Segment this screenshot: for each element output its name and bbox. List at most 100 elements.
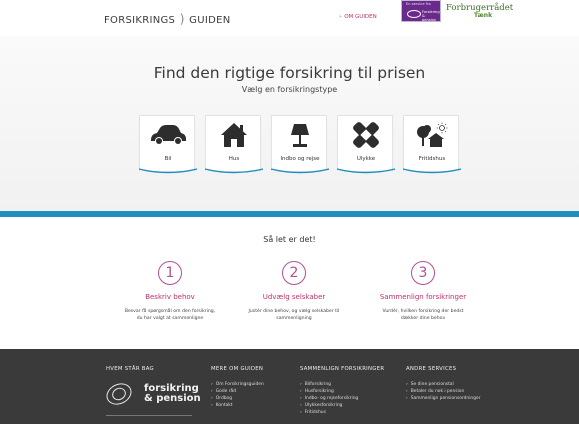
step-title: Udvælg selskaber [262, 293, 326, 301]
chevron-right-icon: › [211, 389, 213, 394]
tile-wave [139, 168, 197, 174]
footer-heading: ANDRE SERVICES [406, 366, 457, 372]
tile-hus[interactable]: Hus [205, 115, 263, 174]
chevron-right-icon: › [300, 389, 302, 394]
tile-label: Bil [164, 156, 172, 162]
footer-col-sammenlign: SAMMENLIGN FORSIKRINGER › Bilforsikring ›… [300, 366, 384, 416]
footer-link[interactable]: › Bilforsikring [300, 381, 384, 388]
footer-link-label: Ordbog [215, 396, 232, 401]
badge-text: Forsikring & pension [422, 10, 440, 22]
chevron-right-icon: › [300, 396, 302, 401]
step-text-line1: Besvar få spørgsmål om den forsikring, [124, 309, 216, 314]
chevron-right-icon: › [300, 410, 302, 415]
tile-label: Indbo og rejse [280, 156, 320, 162]
footer-forsikring-pension-logo[interactable]: forsikring & pension [102, 379, 201, 409]
tree-house-icon [404, 122, 460, 148]
step-text-line1: Vurdér, hvilken forsikring der bedst [382, 309, 464, 314]
hero-title: Find den rigtige forsikring til prisen [153, 64, 426, 82]
footer-col-mere-om-guiden: MERE OM GUIDEN › Om Forsikringsguiden › Go… [211, 366, 264, 409]
chevron-right-icon: › [339, 14, 342, 20]
footer-link[interactable]: › Indbo- og rejseforsikring [300, 395, 384, 402]
badge-top-text: En service fra [406, 2, 431, 6]
tile-indbo-og-rejse[interactable]: Indbo og rejse [271, 115, 329, 174]
chevron-right-icon: › [406, 396, 408, 401]
step-number: 3 [411, 261, 435, 285]
bandage-icon [338, 122, 394, 148]
step-title: Sammenlign forsikringer [379, 293, 467, 301]
footer-heading: SAMMENLIGN FORSIKRINGER [300, 366, 385, 372]
chevron-right-icon: › [406, 389, 408, 394]
footer-link[interactable]: › Kontakt [211, 402, 264, 409]
site-header: FORSIKRINGS ) GUIDEN › OM GUIDEN En servi… [0, 0, 579, 36]
tile-label: Fritidshus [418, 156, 446, 162]
footer-col-andre-services: ANDRE SERVICES › Se dine pensionstal › Bet… [406, 366, 481, 402]
footer-link-label: Sammenlign pensionsordninger [410, 396, 481, 401]
house-icon [206, 122, 262, 148]
tile-ulykke[interactable]: Ulykke [337, 115, 395, 174]
footer-link[interactable]: › Ordbog [211, 395, 264, 402]
step-text: Justér dine behov, og vælg selskaber til… [219, 309, 369, 322]
footer-heading: HVEM STÅR BAG [106, 366, 154, 372]
hero-divider-stripe [0, 211, 579, 217]
footer-link[interactable]: › Husforsikring [300, 388, 384, 395]
chevron-right-icon: › [211, 403, 213, 408]
om-guiden-label: OM GUIDEN [344, 14, 377, 20]
steps-title: Så let er det! [263, 235, 316, 244]
footer-link-label: Husforsikring [304, 389, 334, 394]
tile-wave [271, 168, 329, 174]
footer-link-label: Bilforsikring [304, 382, 331, 387]
chevron-right-icon: › [211, 382, 213, 387]
footer-link-label: Fritidshus [304, 410, 326, 415]
footer-link[interactable]: › Om Forsikringsguiden [211, 381, 264, 388]
forsikring-pension-badge[interactable]: En service fra Forsikring & pension [401, 0, 441, 22]
chevron-right-icon: › [300, 382, 302, 387]
hero-subtitle: Vælg en forsikringstype [241, 85, 338, 94]
site-logo[interactable]: FORSIKRINGS ) GUIDEN [104, 12, 230, 26]
footer-link[interactable]: › Ulykkesforsikring [300, 402, 384, 409]
footer-link[interactable]: › Se dine pensionstal [406, 381, 481, 388]
footer-divider [106, 415, 192, 416]
footer-heading: MERE OM GUIDEN [211, 366, 264, 372]
footer-link-label: Gode råd [215, 389, 237, 394]
footer-link-label: Ulykkesforsikring [304, 403, 343, 408]
taenk-logo-text: Tænk [474, 12, 493, 19]
tile-wave [403, 168, 461, 174]
footer-link[interactable]: › Betaler du nok i pension [406, 388, 481, 395]
ring-logo-icon [407, 10, 421, 18]
footer-link[interactable]: › Gode råd [211, 388, 264, 395]
om-guiden-link[interactable]: › OM GUIDEN [339, 14, 377, 20]
step-number: 2 [282, 261, 306, 285]
tile-bil[interactable]: Bil [139, 115, 197, 174]
tile-label: Ulykke [356, 156, 376, 162]
lamp-icon [272, 122, 328, 148]
logo-right-text: GUIDEN [189, 15, 231, 26]
step-text-line2: du har valgt at sammenligne [136, 315, 204, 321]
site-footer: HVEM STÅR BAG MERE OM GUIDEN › Om Forsikr… [0, 349, 579, 424]
step-text-line1: Justér dine behov, og vælg selskaber til [248, 309, 340, 314]
car-icon [140, 122, 196, 148]
step-text-line2: sammenligning [276, 315, 312, 321]
footer-link-label: Se dine pensionstal [410, 382, 454, 387]
footer-col-hvem-staar-bag: HVEM STÅR BAG [106, 366, 154, 381]
chevron-right-icon: › [211, 396, 213, 401]
tile-fritidshus[interactable]: Fritidshus [403, 115, 461, 174]
footer-link[interactable]: › Sammenlign pensionsordninger [406, 395, 481, 402]
step-3: 3 Sammenlign forsikringer Vurdér, hvilke… [348, 261, 498, 322]
badge-line2: & pension [422, 14, 437, 22]
tile-label: Hus [228, 156, 240, 162]
tile-wave [205, 168, 263, 174]
logo-left-text: FORSIKRINGS [104, 15, 176, 26]
footer-link-label: Kontakt [215, 403, 233, 408]
footer-link-label: Betaler du nok i pension [410, 389, 465, 394]
step-text: Vurdér, hvilken forsikring der bedst dækk… [348, 309, 498, 322]
footer-link-label: Om Forsikringsguiden [215, 382, 264, 387]
logo-separator: ) [179, 12, 185, 26]
step-2: 2 Udvælg selskaber Justér dine behov, og… [219, 261, 369, 322]
tile-wave [337, 168, 395, 174]
footer-link[interactable]: › Fritidshus [300, 409, 384, 416]
step-text-line2: dækker dine behov [400, 315, 446, 321]
chevron-right-icon: › [300, 403, 302, 408]
chevron-right-icon: › [406, 382, 408, 387]
footer-link-label: Indbo- og rejseforsikring [304, 396, 359, 401]
step-number: 1 [158, 261, 182, 285]
